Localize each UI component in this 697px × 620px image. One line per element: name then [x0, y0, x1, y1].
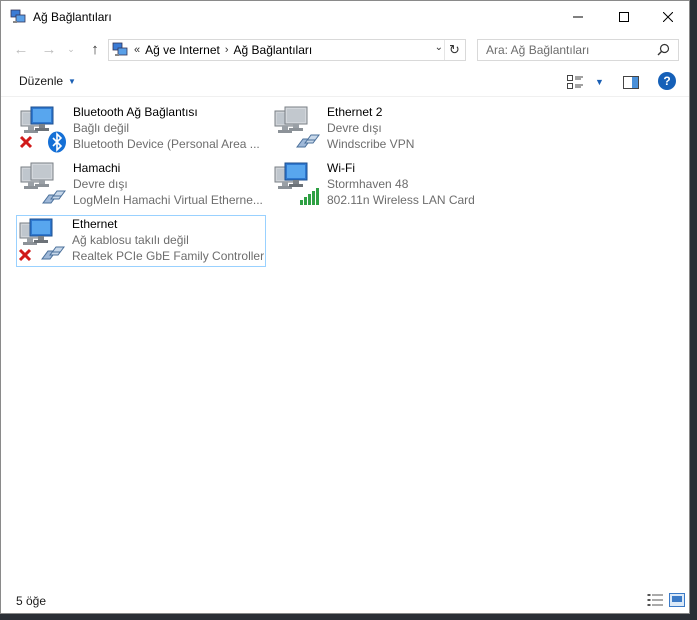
arrow-left-icon: ← [13, 40, 29, 58]
command-bar: Düzenle ▼ ▼ ? [1, 66, 689, 97]
close-icon [663, 11, 673, 22]
connection-name: Wi-Fi [327, 161, 355, 175]
search-input[interactable]: Ara: Ağ Bağlantıları [477, 39, 679, 61]
wifi-signal-icon [300, 188, 319, 205]
address-dropdown-button[interactable]: ⌄ [435, 42, 443, 53]
chevron-down-icon: ⌄ [67, 43, 75, 54]
connection-status: Bağlı değil [73, 121, 130, 135]
connection-device: Windscribe VPN [327, 137, 415, 151]
connection-name: Ethernet [72, 217, 118, 231]
connection-device: LogMeIn Hamachi Virtual Etherne... [73, 193, 263, 207]
search-placeholder: Ara: Ağ Bağlantıları [486, 43, 590, 57]
connection-name: Bluetooth Ağ Bağlantısı [73, 105, 198, 119]
search-icon [657, 43, 670, 56]
status-bar: 5 öğe [1, 589, 689, 613]
help-icon: ? [663, 74, 671, 88]
connection-status: Devre dışı [327, 121, 382, 135]
connection-name: Ethernet 2 [327, 105, 383, 119]
connection-status: Ağ kablosu takılı değil [72, 233, 189, 247]
caret-down-icon: ▼ [595, 77, 604, 87]
connection-item-hamachi[interactable]: Hamachi Devre dışı LogMeIn Hamachi Virtu… [17, 159, 267, 211]
connection-item-ethernet[interactable]: Ethernet Ağ kablosu takılı değil Realtek… [16, 215, 266, 267]
ethernet-cable-icon [41, 246, 65, 260]
breadcrumb-overflow-button[interactable]: « [134, 44, 140, 56]
error-x-icon [18, 248, 32, 262]
connection-item-ethernet-2[interactable]: Ethernet 2 Devre dışı Windscribe VPN [271, 103, 521, 155]
refresh-icon: ↻ [449, 42, 460, 57]
breadcrumb-separator[interactable]: › [225, 44, 229, 56]
network-connections-icon [10, 9, 26, 23]
up-button[interactable]: ↑ [85, 40, 105, 58]
view-details-icon [567, 75, 583, 89]
maximize-icon [619, 11, 629, 22]
back-button[interactable]: ← [11, 40, 31, 58]
window-title: Ağ Bağlantıları [33, 10, 112, 24]
navigation-bar: ← → ⌄ ↑ « Ağ ve Internet › Ağ Bağlantıla… [1, 32, 689, 66]
view-options-dropdown[interactable]: ▼ [595, 72, 604, 92]
item-count: 5 öğe [16, 594, 47, 608]
address-bar[interactable]: « Ağ ve Internet › Ağ Bağlantıları ⌄ ↻ [108, 39, 466, 61]
connection-device: 802.11n Wireless LAN Card [327, 193, 475, 207]
connection-status: Stormhaven 48 [327, 177, 409, 191]
caret-down-icon: ▼ [68, 76, 76, 86]
breadcrumb-item[interactable]: Ağ Bağlantıları [234, 43, 313, 57]
organize-label: Düzenle [19, 74, 64, 88]
error-x-icon [19, 135, 33, 149]
explorer-window: Ağ Bağlantıları ← → ⌄ ↑ « Ağ ve Internet… [0, 0, 690, 614]
chevron-down-icon: ⌄ [434, 42, 443, 53]
title-bar[interactable]: Ağ Bağlantıları [1, 1, 689, 32]
large-icons-view-icon[interactable] [669, 593, 685, 607]
forward-button[interactable]: → [39, 40, 59, 58]
close-button[interactable] [645, 1, 691, 32]
preview-pane-icon [623, 75, 639, 89]
change-view-button[interactable] [567, 72, 583, 92]
minimize-button[interactable] [555, 1, 601, 32]
preview-pane-button[interactable] [623, 72, 639, 92]
ethernet-cable-icon [42, 190, 66, 204]
details-view-icon[interactable] [647, 593, 663, 607]
connection-device: Bluetooth Device (Personal Area ... [73, 137, 260, 151]
maximize-button[interactable] [601, 1, 647, 32]
arrow-up-icon: ↑ [91, 40, 99, 58]
network-connections-icon [112, 42, 128, 56]
connections-list: Bluetooth Ağ Bağlantısı Bağlı değil Blue… [1, 97, 689, 589]
refresh-button[interactable]: ↻ [444, 40, 464, 60]
bluetooth-icon [48, 131, 66, 153]
ethernet-cable-icon [296, 134, 320, 148]
recent-locations-button[interactable]: ⌄ [65, 40, 77, 58]
minimize-icon [573, 16, 583, 17]
connection-item-bluetooth[interactable]: Bluetooth Ağ Bağlantısı Bağlı değil Blue… [17, 103, 267, 155]
connection-name: Hamachi [73, 161, 121, 175]
connection-device: Realtek PCIe GbE Family Controller [72, 249, 265, 263]
organize-button[interactable]: Düzenle ▼ [19, 74, 76, 88]
arrow-right-icon: → [41, 40, 57, 58]
connection-item-wifi[interactable]: Wi-Fi Stormhaven 48 802.11n Wireless LAN… [271, 159, 521, 211]
breadcrumb-item[interactable]: Ağ ve Internet [145, 43, 220, 57]
help-button[interactable]: ? [658, 72, 676, 90]
connection-status: Devre dışı [73, 177, 128, 191]
